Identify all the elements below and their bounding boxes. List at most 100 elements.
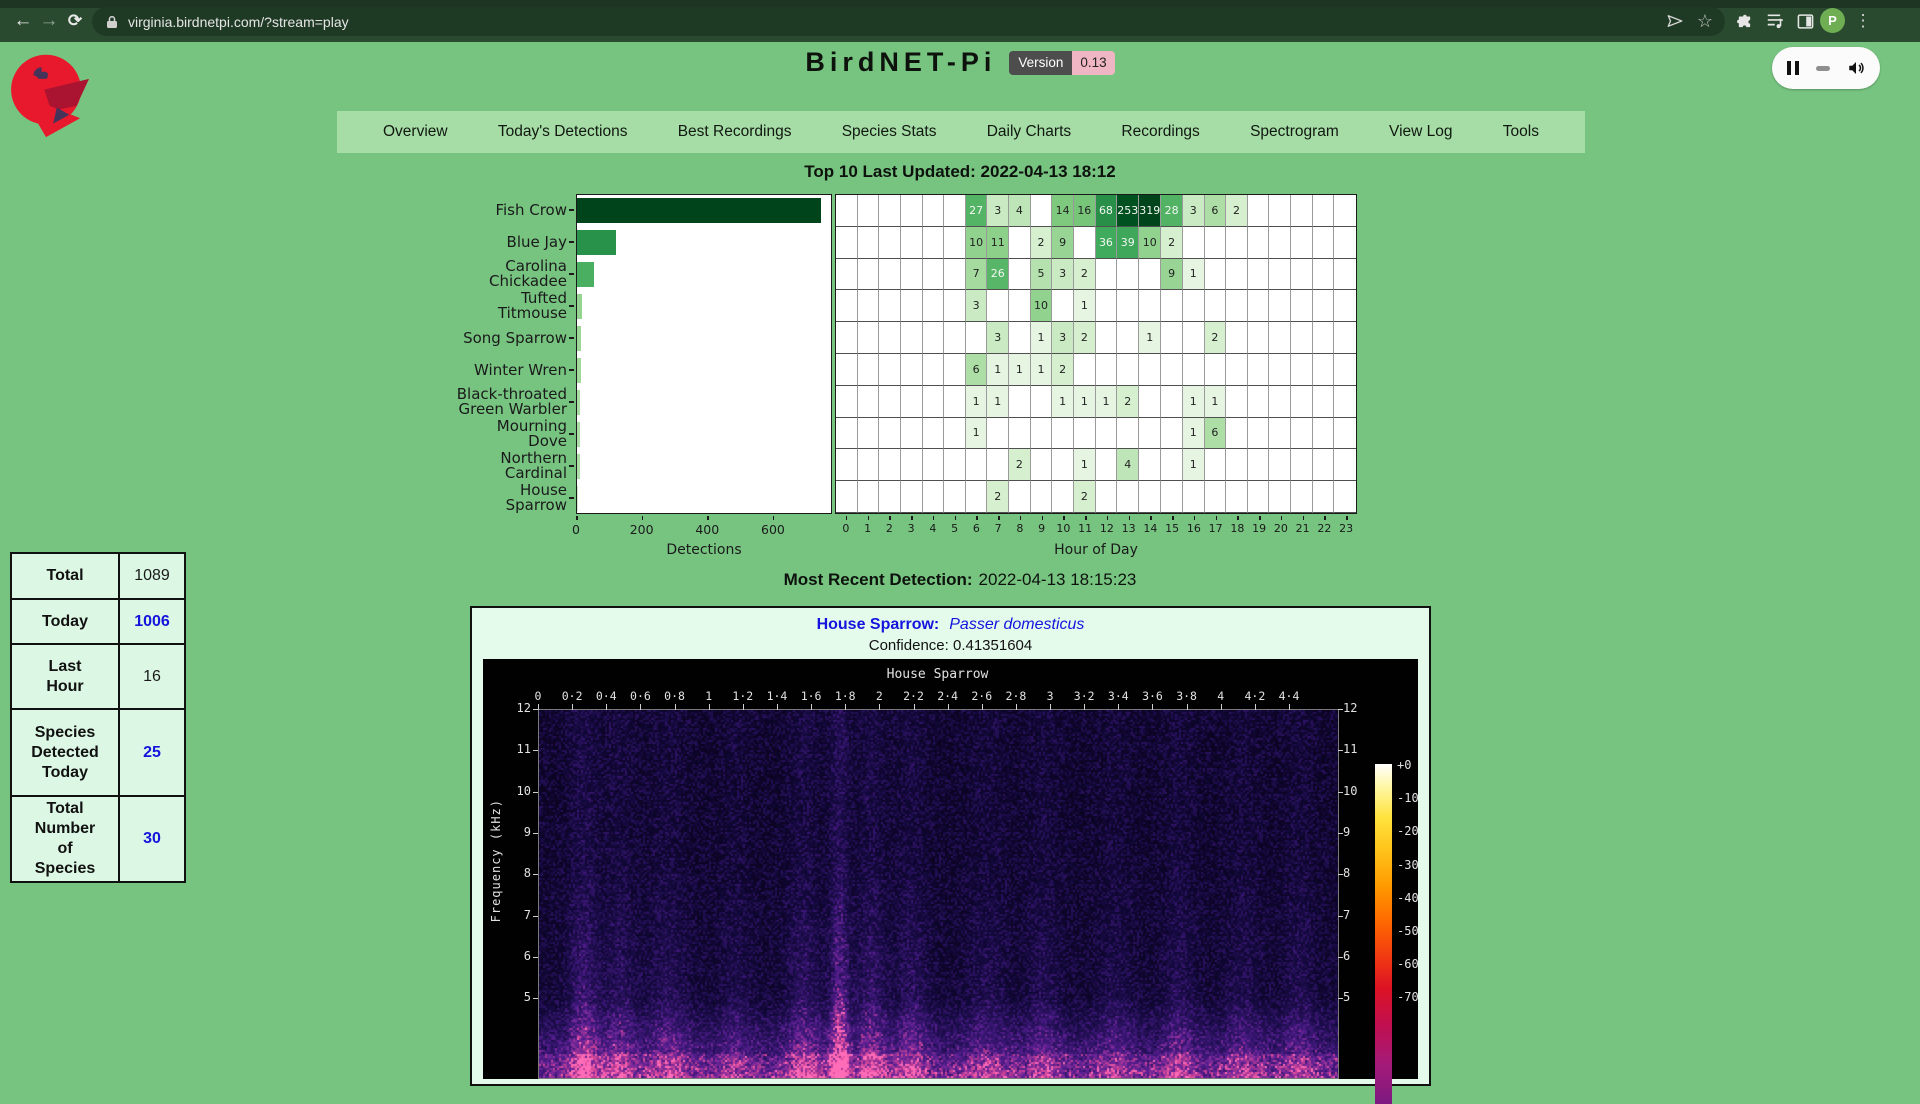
hour-tick (1237, 516, 1239, 520)
heatmap-cell (1183, 481, 1205, 513)
time-tick (709, 704, 710, 710)
heatmap-cell: 7 (966, 259, 988, 291)
heatmap-cell (1248, 195, 1270, 227)
nav-item-best-recordings[interactable]: Best Recordings (678, 123, 792, 141)
reload-icon[interactable]: ⟳ (62, 8, 88, 34)
nav-item-tools[interactable]: Tools (1503, 123, 1539, 141)
address-bar[interactable]: virginia.birdnetpi.com/?stream=play (92, 7, 1725, 36)
heatmap-cell (1248, 449, 1270, 481)
heatmap-cell (1117, 418, 1139, 450)
nav-item-view-log[interactable]: View Log (1389, 123, 1452, 141)
hour-tick-label: 0 (842, 522, 849, 535)
heatmap-cell (944, 354, 966, 386)
heatmap-cell (879, 481, 901, 513)
heatmap-cell: 4 (1009, 195, 1031, 227)
heatmap-cell (1269, 386, 1291, 418)
nav-item-recordings[interactable]: Recordings (1121, 123, 1199, 141)
main-nav: Overview Today's Detections Best Recording… (337, 111, 1585, 153)
heatmap-cell (1139, 481, 1161, 513)
heatmap-cell: 2 (1031, 227, 1053, 259)
most-recent-heading: Most Recent Detection:2022-04-13 18:15:2… (0, 570, 1920, 590)
heatmap-cell (1226, 386, 1248, 418)
heatmap-cell (1334, 481, 1356, 513)
heatmap-cell (1226, 449, 1248, 481)
heatmap-cell (1313, 322, 1335, 354)
time-tick-label: 0·8 (664, 689, 685, 703)
bookmark-star-icon[interactable]: ☆ (1692, 8, 1718, 34)
time-tick-label: 2 (876, 689, 883, 703)
heatmap-cell (1096, 290, 1118, 322)
heatmap-cell (1009, 386, 1031, 418)
time-tick-label: 0·6 (630, 689, 651, 703)
seek-handle[interactable] (1816, 66, 1830, 71)
heatmap-cell (1269, 322, 1291, 354)
freq-tick (1338, 792, 1343, 793)
heatmap-cell (1052, 418, 1074, 450)
media-playlist-icon[interactable] (1762, 8, 1788, 34)
heatmap-cell (1248, 354, 1270, 386)
back-icon[interactable]: ← (10, 8, 36, 34)
freq-tick (1338, 957, 1343, 958)
heatmap-cell (1096, 354, 1118, 386)
forward-icon[interactable]: → (36, 8, 62, 34)
heatmap-cell: 10 (966, 227, 988, 259)
stats-value[interactable]: 30 (119, 796, 185, 882)
stats-value[interactable]: 25 (119, 709, 185, 796)
heatmap-cell: 1 (987, 354, 1009, 386)
extensions-icon[interactable] (1731, 8, 1757, 34)
heatmap-cell (901, 227, 923, 259)
species-tick (569, 433, 574, 435)
nav-item-daily-charts[interactable]: Daily Charts (987, 123, 1071, 141)
heatmap-cell (1248, 322, 1270, 354)
hour-tick (1346, 516, 1348, 520)
stats-value[interactable]: 1006 (119, 599, 185, 644)
nav-item-overview[interactable]: Overview (383, 123, 448, 141)
audio-player[interactable] (1772, 47, 1880, 89)
heatmap-cell (1269, 449, 1291, 481)
heatmap-cell (1096, 481, 1118, 513)
hour-tick-label: 13 (1122, 522, 1136, 535)
detections-bar (577, 358, 581, 383)
most-recent-value: 2022-04-13 18:15:23 (979, 570, 1137, 589)
send-icon[interactable] (1662, 8, 1688, 34)
hour-tick-label: 16 (1187, 522, 1201, 535)
hour-tick (1259, 516, 1261, 520)
nav-item-species-stats[interactable]: Species Stats (842, 123, 937, 141)
heatmap-cell (1096, 418, 1118, 450)
nav-item-today-s-detections[interactable]: Today's Detections (498, 123, 628, 141)
menu-icon[interactable]: ⋮ (1850, 8, 1876, 34)
heatmap-cell: 1 (1183, 449, 1205, 481)
detections-bar (577, 230, 616, 255)
stats-row: Total Number of Species30 (11, 796, 185, 882)
detections-bar (577, 294, 582, 319)
heatmap-cell (1248, 259, 1270, 291)
volume-icon[interactable] (1847, 59, 1865, 77)
profile-avatar[interactable]: P (1820, 8, 1845, 33)
time-tick-label: 1·2 (732, 689, 753, 703)
heatmap-cell (836, 322, 858, 354)
freq-tick-label-right: 12 (1343, 701, 1357, 715)
heatmap-cell: 1 (1074, 290, 1096, 322)
hour-tick-label: 7 (995, 522, 1002, 535)
heatmap-cell (1139, 386, 1161, 418)
nav-item-spectrogram[interactable]: Spectrogram (1250, 123, 1339, 141)
heatmap-cell (1248, 418, 1270, 450)
heatmap-cell (1226, 481, 1248, 513)
spectrogram-image (538, 709, 1339, 1079)
heatmap-cell (858, 418, 880, 450)
version-badge: Version 0.13 (1009, 51, 1114, 75)
heatmap-cell (1139, 354, 1161, 386)
heatmap-cell: 2 (1009, 449, 1031, 481)
heatmap-cell: 1 (1074, 449, 1096, 481)
time-tick-label: 1·4 (767, 689, 788, 703)
stats-label: Species Detected Today (11, 709, 119, 796)
heatmap-cell (901, 386, 923, 418)
heatmap-cell: 5 (1031, 259, 1053, 291)
heatmap-cell (1205, 290, 1227, 322)
heatmap-cell (987, 449, 1009, 481)
freq-tick (1338, 709, 1343, 710)
freq-tick-label-right: 6 (1343, 949, 1350, 963)
heatmap-cell: 10 (1031, 290, 1053, 322)
side-panel-icon[interactable] (1792, 8, 1818, 34)
pause-button[interactable] (1787, 61, 1799, 75)
